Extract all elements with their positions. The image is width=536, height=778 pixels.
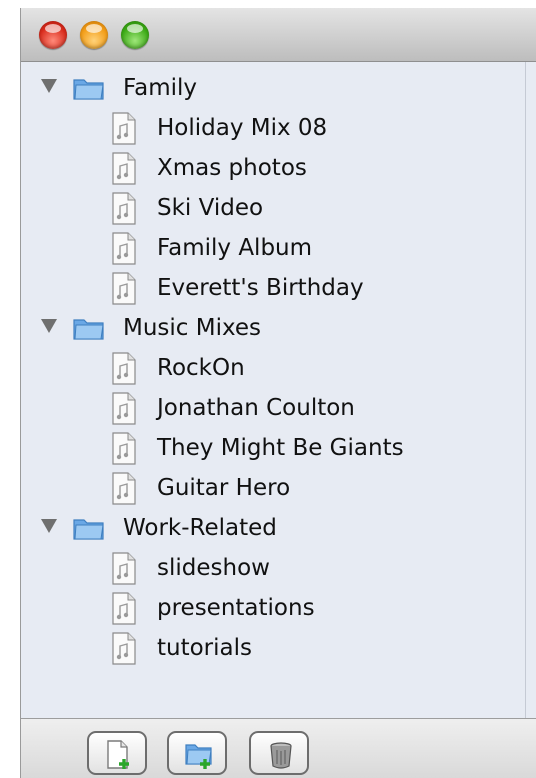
tree-item[interactable]: Guitar Hero	[21, 468, 501, 508]
document-icon	[112, 632, 136, 665]
tree-item-label: RockOn	[157, 355, 245, 381]
disclosure-triangle-icon[interactable]	[41, 319, 57, 333]
document-icon	[112, 392, 136, 425]
title-bar	[21, 8, 536, 62]
tree-group-label: Music Mixes	[123, 315, 262, 341]
new-document-button[interactable]	[87, 731, 147, 775]
tree-item[interactable]: Everett's Birthday	[21, 268, 501, 308]
folder-icon	[73, 319, 104, 340]
tree-item[interactable]: Xmas photos	[21, 148, 501, 188]
zoom-button[interactable]	[121, 21, 149, 49]
tree-group-label: Work-Related	[123, 515, 277, 541]
document-icon	[112, 592, 136, 625]
tree-item[interactable]: slideshow	[21, 548, 501, 588]
document-icon	[112, 352, 136, 385]
tree-item[interactable]: RockOn	[21, 348, 501, 388]
document-icon	[112, 112, 136, 145]
document-icon	[112, 552, 136, 585]
tree-item-label: Guitar Hero	[157, 475, 291, 501]
minimize-button[interactable]	[80, 21, 108, 49]
tree-item-label: They Might Be Giants	[157, 435, 404, 461]
document-icon	[112, 432, 136, 465]
document-icon	[112, 232, 136, 265]
tree-item-label: Everett's Birthday	[157, 275, 364, 301]
document-icon	[112, 152, 136, 185]
tree-item-label: Ski Video	[157, 195, 264, 221]
tree-item-label: slideshow	[157, 555, 270, 581]
source-list: Family Holiday Mix 08 Xmas photos Ski Vi…	[21, 62, 536, 718]
tree-group-music-mixes[interactable]: Music Mixes	[21, 308, 501, 348]
tree-item-label: Xmas photos	[157, 155, 307, 181]
tree-item[interactable]: Holiday Mix 08	[21, 108, 501, 148]
tree-group-family[interactable]: Family	[21, 68, 501, 108]
close-button[interactable]	[39, 21, 67, 49]
tree-item-label: Holiday Mix 08	[157, 115, 328, 141]
tree-item[interactable]: Jonathan Coulton	[21, 388, 501, 428]
column-divider	[525, 62, 526, 718]
window: Family Holiday Mix 08 Xmas photos Ski Vi…	[20, 8, 536, 778]
tree-item-label: Family Album	[157, 235, 313, 261]
document-icon	[112, 472, 136, 505]
tree-item[interactable]: presentations	[21, 588, 501, 628]
document-icon	[112, 272, 136, 305]
new-folder-icon	[185, 744, 212, 769]
disclosure-triangle-icon[interactable]	[41, 79, 57, 93]
folder-icon	[73, 79, 104, 100]
new-folder-button[interactable]	[167, 731, 227, 775]
document-icon	[112, 192, 136, 225]
disclosure-triangle-icon[interactable]	[41, 519, 57, 533]
folder-icon	[73, 519, 104, 540]
tree-item-label: presentations	[157, 595, 315, 621]
tree-group-work-related[interactable]: Work-Related	[21, 508, 501, 548]
tree-item[interactable]: Family Album	[21, 228, 501, 268]
bottom-toolbar	[21, 718, 536, 778]
tree-item[interactable]: Ski Video	[21, 188, 501, 228]
trash-icon	[270, 742, 292, 769]
tree-item[interactable]: They Might Be Giants	[21, 428, 501, 468]
tree-item-label: Jonathan Coulton	[157, 395, 355, 421]
tree-group-label: Family	[123, 75, 198, 101]
tree-item-label: tutorials	[157, 635, 252, 661]
delete-button[interactable]	[249, 731, 309, 775]
tree-item[interactable]: tutorials	[21, 628, 501, 668]
new-document-icon	[107, 740, 129, 769]
